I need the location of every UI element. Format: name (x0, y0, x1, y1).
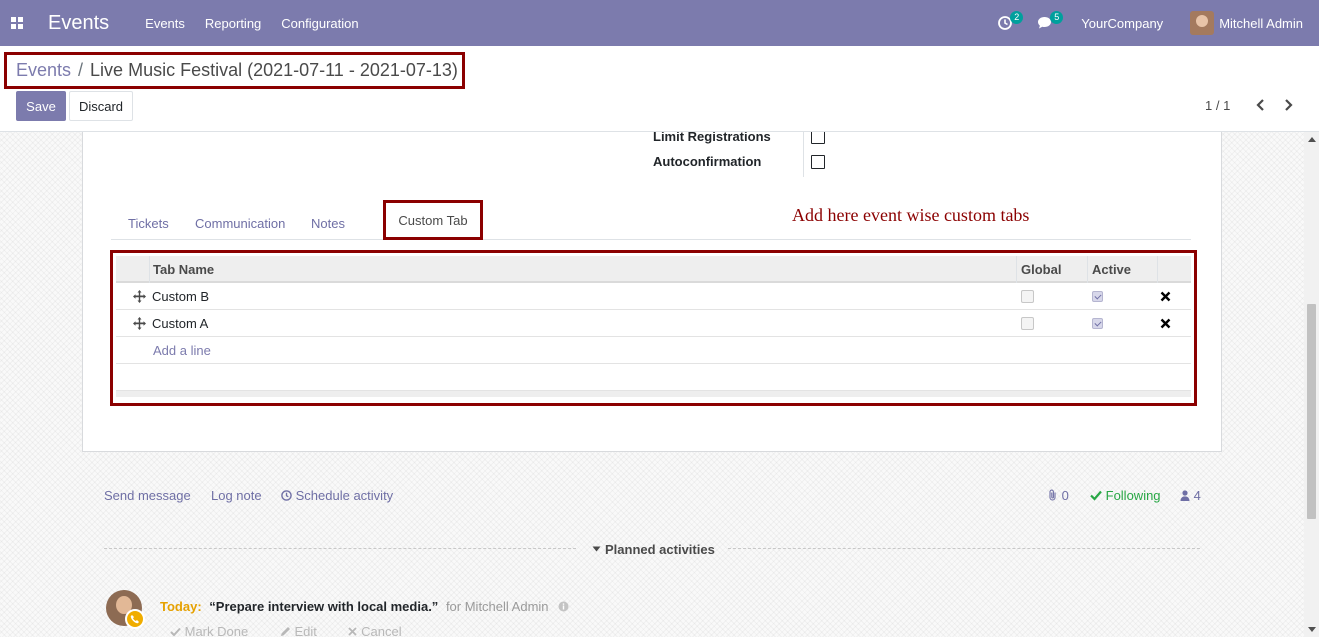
table-header: Tab Name Global Active (116, 256, 1191, 283)
send-message-button[interactable]: Send message (104, 488, 191, 503)
custom-tab-table-highlight: Tab Name Global Active Custom B Custom A… (110, 250, 1197, 406)
pencil-icon (280, 627, 290, 636)
paperclip-icon (1049, 489, 1056, 501)
breadcrumb: Events / Live Music Festival (2021-07-11… (4, 52, 465, 89)
column-tab-name[interactable]: Tab Name (153, 262, 214, 277)
form-sheet: Limit Registrations Autoconfirmation Add… (82, 132, 1222, 452)
pager-previous-icon[interactable] (1253, 96, 1269, 114)
company-switcher[interactable]: YourCompany (1081, 16, 1163, 31)
activity-due-label: Today: (160, 599, 202, 614)
row-tab-name[interactable]: Custom B (152, 289, 209, 304)
edit-label: Edit (294, 624, 317, 637)
attachment-count: 0 (1061, 488, 1069, 503)
row-global-checkbox[interactable] (1021, 317, 1034, 330)
check-icon (170, 627, 181, 637)
add-a-line-link[interactable]: Add a line (153, 343, 211, 358)
edit-activity-button[interactable]: Edit (280, 624, 331, 637)
check-icon (1090, 490, 1102, 501)
clock-icon (281, 490, 292, 501)
activity-count-badge: 2 (1010, 11, 1024, 24)
phone-icon (125, 609, 145, 629)
scroll-thumb[interactable] (1307, 304, 1316, 519)
row-active-checkbox[interactable] (1092, 318, 1103, 329)
add-line-row: Add a line (116, 337, 1191, 364)
pager-value[interactable]: 1 / 1 (1205, 98, 1230, 113)
cancel-label: Cancel (361, 624, 402, 637)
planned-activities-title: Planned activities (605, 542, 715, 557)
main-menu: Events Reporting Configuration (145, 16, 378, 31)
user-menu[interactable]: Mitchell Admin (1190, 11, 1303, 35)
column-active[interactable]: Active (1092, 262, 1131, 277)
drag-handle-icon[interactable] (133, 290, 146, 303)
breadcrumb-separator: / (78, 60, 84, 80)
table-row[interactable]: Custom A (116, 310, 1191, 337)
caret-down-icon (592, 546, 601, 552)
following-button[interactable]: Following (1090, 488, 1161, 503)
apps-menu-icon[interactable] (0, 0, 34, 46)
control-panel: Events / Live Music Festival (2021-07-11… (0, 46, 1319, 132)
following-label: Following (1105, 488, 1161, 503)
autoconfirmation-checkbox[interactable] (811, 155, 825, 169)
table-footer (116, 391, 1191, 397)
planned-activities-header[interactable]: Planned activities (104, 542, 1200, 557)
mark-done-label: Mark Done (184, 624, 249, 637)
messages-icon[interactable]: 5 (1031, 0, 1064, 46)
user-avatar (1190, 11, 1215, 35)
activity-actions: Mark Done Edit Cancel (170, 624, 430, 637)
drag-handle-icon[interactable] (133, 317, 146, 330)
field-divider (803, 132, 804, 177)
tab-custom-tab[interactable]: Custom Tab (383, 200, 483, 240)
field-label-limit-registrations: Limit Registrations (653, 132, 771, 144)
discard-button[interactable]: Discard (69, 91, 133, 121)
row-tab-name[interactable]: Custom A (152, 316, 208, 331)
systray: 2 5 YourCompany Mitchell Admin (991, 0, 1319, 46)
followers-button[interactable]: 4 (1180, 488, 1201, 503)
scroll-up-arrow-icon[interactable] (1308, 137, 1316, 142)
activity-clock-icon[interactable]: 2 (991, 0, 1024, 46)
limit-registrations-checkbox[interactable] (811, 132, 825, 144)
column-global[interactable]: Global (1021, 262, 1061, 277)
empty-row (116, 364, 1191, 391)
delete-row-icon[interactable] (1160, 290, 1171, 302)
breadcrumb-current: Live Music Festival (2021-07-11 - 2021-0… (90, 60, 458, 80)
table-row[interactable]: Custom B (116, 283, 1191, 310)
menu-configuration[interactable]: Configuration (281, 16, 358, 31)
cancel-activity-button[interactable]: Cancel (348, 624, 415, 637)
breadcrumb-events-link[interactable]: Events (16, 60, 71, 81)
notebook-tabs: Tickets Communication Notes Custom Tab (111, 200, 1191, 240)
schedule-activity-button[interactable]: Schedule activity (281, 488, 393, 503)
info-icon[interactable] (558, 601, 569, 612)
tab-notes[interactable]: Notes (311, 216, 345, 231)
close-icon (348, 627, 358, 636)
top-navbar: Events Events Reporting Configuration 2 … (0, 0, 1319, 46)
log-note-button[interactable]: Log note (211, 488, 262, 503)
schedule-activity-label: Schedule activity (295, 488, 394, 503)
tab-tickets[interactable]: Tickets (128, 216, 169, 231)
menu-reporting[interactable]: Reporting (205, 16, 261, 31)
tab-communication[interactable]: Communication (195, 216, 285, 231)
app-name[interactable]: Events (48, 12, 109, 35)
scroll-down-arrow-icon[interactable] (1308, 627, 1316, 632)
message-count-badge: 5 (1050, 11, 1064, 24)
user-icon (1180, 490, 1190, 501)
row-active-checkbox[interactable] (1092, 291, 1103, 302)
custom-tab-table: Tab Name Global Active Custom B Custom A… (116, 256, 1191, 397)
activity-assignee: for Mitchell Admin (445, 599, 549, 614)
save-button[interactable]: Save (16, 91, 66, 121)
delete-row-icon[interactable] (1160, 317, 1171, 329)
planned-activities-toggle[interactable]: Planned activities (592, 542, 715, 557)
mark-done-button[interactable]: Mark Done (170, 624, 262, 637)
activity-line: Today: “Prepare interview with local med… (160, 599, 569, 614)
vertical-scrollbar[interactable] (1304, 132, 1319, 637)
user-name: Mitchell Admin (1219, 15, 1303, 31)
followers-count: 4 (1193, 488, 1201, 503)
form-view: Limit Registrations Autoconfirmation Add… (0, 132, 1304, 637)
menu-events[interactable]: Events (145, 16, 185, 31)
row-global-checkbox[interactable] (1021, 290, 1034, 303)
attachments-button[interactable]: 0 (1048, 488, 1069, 503)
pager-next-icon[interactable] (1280, 96, 1296, 114)
activity-summary: “Prepare interview with local media.” (209, 599, 439, 614)
field-label-autoconfirmation: Autoconfirmation (653, 154, 762, 169)
